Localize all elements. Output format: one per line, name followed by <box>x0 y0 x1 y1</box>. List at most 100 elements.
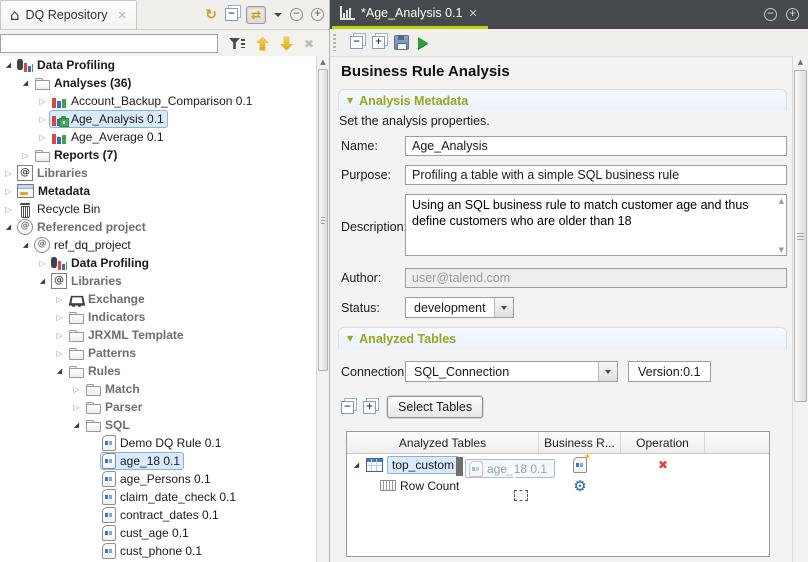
collapse-all-icon[interactable]: − <box>341 401 354 414</box>
scroll-up-icon[interactable]: ▲ <box>317 58 329 66</box>
scrollbar-thumb[interactable] <box>794 70 807 402</box>
expand-arrow-icon[interactable]: ▷ <box>36 97 49 106</box>
tree-scrollbar[interactable]: ▲ <box>316 56 329 562</box>
expand-arrow-icon[interactable]: ▷ <box>2 205 15 214</box>
collapse-arrow-icon[interactable]: ◢ <box>2 61 15 69</box>
tab-age-analysis[interactable]: *Age_Analysis 0.1 ✕ <box>332 0 488 29</box>
scrollbar-thumb[interactable] <box>318 69 328 371</box>
refresh-icon[interactable]: ↻ <box>205 7 217 23</box>
column-analyzed-tables[interactable]: Analyzed Tables <box>347 432 539 453</box>
run-analysis-icon[interactable] <box>418 37 428 49</box>
save-icon[interactable] <box>394 35 409 50</box>
maximize-icon[interactable]: + <box>786 8 799 21</box>
purpose-field[interactable]: Profiling a table with a simple SQL busi… <box>405 165 787 185</box>
tree-item-match[interactable]: ▷Match <box>0 380 317 398</box>
expand-arrow-icon[interactable]: ▷ <box>53 331 66 340</box>
collapse-arrow-icon[interactable]: ◢ <box>2 223 15 231</box>
expand-all-sections-icon[interactable]: + <box>372 36 385 49</box>
scroll-up-icon[interactable]: ▲ <box>779 197 784 205</box>
expand-arrow-icon[interactable]: ▷ <box>70 385 83 394</box>
attach-business-rule-icon[interactable] <box>573 457 587 473</box>
dropdown-arrow-icon[interactable] <box>598 362 617 381</box>
filter-funnel-icon[interactable] <box>229 38 245 49</box>
expand-arrow-icon[interactable]: ▷ <box>2 187 15 196</box>
select-tables-button[interactable]: Select Tables <box>387 396 483 418</box>
section-collapse-icon[interactable]: ▼ <box>347 334 353 343</box>
connection-dropdown[interactable]: SQL_Connection <box>405 361 618 382</box>
tree-item-age-18-0-1[interactable]: age_18 0.1 <box>0 452 317 470</box>
tree-item-parser[interactable]: ▷Parser <box>0 398 317 416</box>
tree-item-cust-age-0-1[interactable]: cust_age 0.1 <box>0 524 317 542</box>
scroll-up-icon[interactable]: ▲ <box>793 58 808 66</box>
section-collapse-icon[interactable]: ▼ <box>347 96 353 105</box>
description-field[interactable]: Using an SQL business rule to match cust… <box>405 194 787 256</box>
tree-item-libraries[interactable]: ◢@Libraries <box>0 272 317 290</box>
status-dropdown[interactable]: development <box>405 297 514 318</box>
collapse-arrow-icon[interactable]: ◢ <box>19 79 32 87</box>
tree-item-sql[interactable]: ◢SQL <box>0 416 317 434</box>
collapse-arrow-icon[interactable]: ◢ <box>19 241 32 249</box>
table-name-selected[interactable]: top_custom <box>387 456 459 474</box>
tab-dq-repository[interactable]: ⌂ DQ Repository ✕ <box>0 0 137 29</box>
tree-item-claim-date-check-0-1[interactable]: claim_date_check 0.1 <box>0 488 317 506</box>
maximize-icon[interactable]: + <box>311 8 324 21</box>
tree-item-reports-7-[interactable]: ▷Reports (7) <box>0 146 317 164</box>
collapse-arrow-icon[interactable]: ◢ <box>70 421 83 429</box>
scroll-down-icon[interactable]: ▼ <box>779 246 784 254</box>
column-business-rule[interactable]: Business R... <box>539 432 621 453</box>
dropdown-arrow-icon[interactable] <box>494 298 513 317</box>
tree-item-data-profiling[interactable]: ◢Data Profiling <box>0 56 317 74</box>
filter-input[interactable] <box>0 34 218 53</box>
tree-item-referenced-project[interactable]: ◢@Referenced project <box>0 218 317 236</box>
tree-item-jrxml-template[interactable]: ▷JRXML Template <box>0 326 317 344</box>
tree-item-recycle-bin[interactable]: ▷Recycle Bin <box>0 200 317 218</box>
collapse-arrow-icon[interactable]: ◢ <box>36 277 49 285</box>
collapse-arrow-icon[interactable]: ◢ <box>53 367 66 375</box>
tree-item-exchange[interactable]: ▷Exchange <box>0 290 317 308</box>
close-icon[interactable]: ✕ <box>118 10 127 21</box>
section-analyzed-tables[interactable]: ▼ Analyzed Tables <box>338 327 787 349</box>
expand-arrow-icon[interactable]: ▷ <box>36 133 49 142</box>
close-icon[interactable]: ✕ <box>468 8 477 19</box>
name-field[interactable]: Age_Analysis <box>405 136 787 156</box>
link-with-editor-button[interactable]: ⇄ <box>246 6 266 24</box>
toolbar-drag-handle[interactable] <box>333 34 336 51</box>
move-down-icon[interactable] <box>280 37 293 51</box>
expand-arrow-icon[interactable]: ▷ <box>53 313 66 322</box>
delete-icon[interactable]: ✖ <box>655 457 671 473</box>
tree-item-ref-dq-project[interactable]: ◢@ref_dq_project <box>0 236 317 254</box>
tree-item-account-backup-comparison-0-1[interactable]: ▷Account_Backup_Comparison 0.1 <box>0 92 317 110</box>
expand-arrow-icon[interactable]: ▷ <box>2 169 15 178</box>
table-row[interactable]: Row Count ⚙ <box>347 475 769 496</box>
tree-item-data-profiling[interactable]: ▷Data Profiling <box>0 254 317 272</box>
expand-arrow-icon[interactable]: ▷ <box>70 403 83 412</box>
tree-item-libraries[interactable]: ▷@Libraries <box>0 164 317 182</box>
tree-item-contract-dates-0-1[interactable]: contract_dates 0.1 <box>0 506 317 524</box>
minimize-icon[interactable]: − <box>290 8 303 21</box>
collapse-all-sections-icon[interactable]: − <box>350 36 363 49</box>
expand-all-icon[interactable]: + <box>363 401 376 414</box>
tree-item-demo-dq-rule-0-1[interactable]: Demo DQ Rule 0.1 <box>0 434 317 452</box>
tree-item-age-persons-0-1[interactable]: age_Persons 0.1 <box>0 470 317 488</box>
collapse-arrow-icon[interactable]: ◢ <box>350 461 363 469</box>
editor-scrollbar[interactable]: ▲ <box>792 56 808 562</box>
expand-arrow-icon[interactable]: ▷ <box>53 295 66 304</box>
tree-item-indicators[interactable]: ▷Indicators <box>0 308 317 326</box>
tree-item-rules[interactable]: ◢Rules <box>0 362 317 380</box>
tree-item-patterns[interactable]: ▷Patterns <box>0 344 317 362</box>
column-operation[interactable]: Operation <box>621 432 705 453</box>
tree-item-cust-phone-0-1[interactable]: cust_phone 0.1 <box>0 542 317 560</box>
section-analysis-metadata[interactable]: ▼ Analysis Metadata <box>338 89 787 111</box>
tree-item-analyses-36-[interactable]: ◢Analyses (36) <box>0 74 317 92</box>
expand-arrow-icon[interactable]: ▷ <box>53 349 66 358</box>
expand-arrow-icon[interactable]: ▷ <box>36 259 49 268</box>
move-up-icon[interactable] <box>256 37 269 51</box>
expand-arrow-icon[interactable]: ▷ <box>36 115 49 124</box>
collapse-all-icon[interactable]: − <box>225 8 238 21</box>
expand-arrow-icon[interactable]: ▷ <box>19 151 32 160</box>
minimize-icon[interactable]: − <box>764 8 777 21</box>
clear-filter-icon[interactable]: ✖ <box>304 37 314 51</box>
tree-item-age-analysis-0-1[interactable]: ▷Age_Analysis 0.1 <box>0 110 317 128</box>
table-row[interactable]: ◢ top_custom ✖ <box>347 454 769 475</box>
tree-item-metadata[interactable]: ▷Metadata <box>0 182 317 200</box>
